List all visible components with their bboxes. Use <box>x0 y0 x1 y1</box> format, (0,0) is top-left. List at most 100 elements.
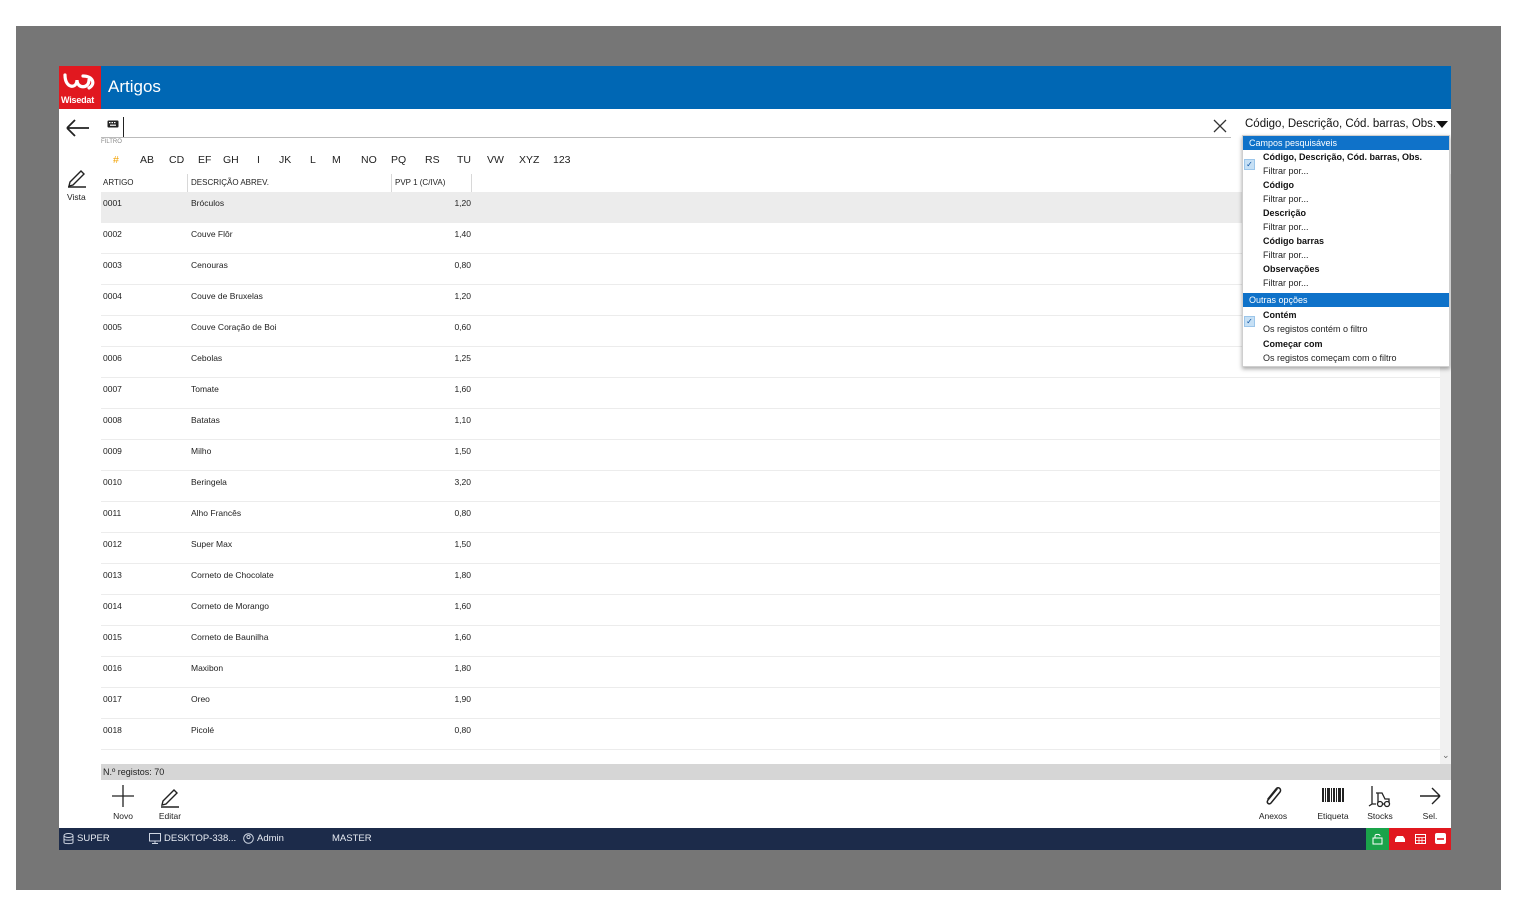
table-row[interactable]: 0016 Maxibon 1,80 <box>101 657 1440 688</box>
cell-artigo: 0009 <box>103 446 122 456</box>
option-comecar-com[interactable]: Começar com Os registos começam com o fi… <box>1263 339 1397 367</box>
view-button[interactable]: Vista <box>63 164 91 204</box>
table-row[interactable]: 0006 Cebolas 1,25 <box>101 347 1440 378</box>
field-option-all[interactable]: Código, Descrição, Cód. barras, Obs. Fil… <box>1263 152 1422 180</box>
table-row[interactable]: 0004 Couve de Bruxelas 1,20 <box>101 285 1440 316</box>
checkbox-checked[interactable]: ✓ <box>1244 159 1255 170</box>
cell-artigo: 0003 <box>103 260 122 270</box>
column-header-pvp[interactable]: PVP 1 (C/IVA) <box>395 178 445 187</box>
letter-filter-tu[interactable]: TU <box>457 154 471 166</box>
letter-filter-hash[interactable]: # <box>113 154 119 166</box>
letter-filter-123[interactable]: 123 <box>553 154 571 166</box>
letter-filter-l[interactable]: L <box>310 154 316 166</box>
footer-status-indicators <box>1366 828 1451 850</box>
table-body: 0001 Bróculos 1,20 0002 Couve Flôr 1,40 0003 Ce… <box>101 192 1440 763</box>
field-option-title: Observações <box>1263 264 1320 274</box>
chevron-down-icon[interactable]: ⌄ <box>1442 750 1450 761</box>
logo-text: Wisedat <box>61 95 95 105</box>
field-option-codigo[interactable]: Código Filtrar por... <box>1263 180 1309 208</box>
keyboard-icon[interactable] <box>107 120 119 128</box>
cell-descricao: Super Max <box>191 539 233 549</box>
field-option-descricao[interactable]: Descrição Filtrar por... <box>1263 208 1309 236</box>
table-row[interactable]: 0007 Tomate 1,60 <box>101 378 1440 409</box>
table-row[interactable]: 0003 Cenouras 0,80 <box>101 254 1440 285</box>
table-row[interactable]: 0002 Couve Flôr 1,40 <box>101 223 1440 254</box>
letter-filter-pq[interactable]: PQ <box>391 154 406 166</box>
attachments-button[interactable]: Anexos <box>1256 782 1290 826</box>
cell-artigo: 0008 <box>103 415 122 425</box>
table-row[interactable]: 0011 Alho Francês 0,80 <box>101 502 1440 533</box>
letter-filter-ef[interactable]: EF <box>198 154 211 166</box>
letter-filter-no[interactable]: NO <box>361 154 377 166</box>
cell-artigo: 0016 <box>103 663 122 673</box>
table-row[interactable]: 0015 Corneto de Baunilha 1,60 <box>101 626 1440 657</box>
letter-filter-jk[interactable]: JK <box>279 154 291 166</box>
option-contem[interactable]: Contém Os registos contém o filtro <box>1263 310 1368 338</box>
field-option-observacoes[interactable]: Observações Filtrar por... <box>1263 264 1320 292</box>
table-row[interactable]: 0013 Corneto de Chocolate 1,80 <box>101 564 1440 595</box>
stocks-button[interactable]: Stocks <box>1364 782 1396 826</box>
option-title: Começar com <box>1263 339 1323 349</box>
checkbox-checked[interactable]: ✓ <box>1244 316 1255 327</box>
letter-filter-xyz[interactable]: XYZ <box>519 154 539 166</box>
letter-filter-i[interactable]: I <box>257 154 260 166</box>
new-button[interactable]: Novo <box>109 782 137 826</box>
search-fields-select[interactable]: Código, Descrição, Cód. barras, Obs. <box>1242 115 1450 135</box>
column-divider[interactable] <box>471 174 472 192</box>
column-header-artigo[interactable]: ARTIGO <box>103 178 134 187</box>
wisedat-logo: Wisedat <box>59 66 101 109</box>
back-button[interactable] <box>64 116 92 140</box>
arrow-left-icon <box>66 119 89 137</box>
cell-descricao: Couve de Bruxelas <box>191 291 263 301</box>
table-row[interactable]: 0005 Couve Coração de Boi 0,60 <box>101 316 1440 347</box>
field-option-subtitle: Filtrar por... <box>1263 250 1309 260</box>
cell-pvp: 0,80 <box>454 260 471 270</box>
attachments-button-label: Anexos <box>1258 811 1288 821</box>
table-row[interactable]: 0009 Milho 1,50 <box>101 440 1440 471</box>
table-row[interactable]: 0010 Beringela 3,20 <box>101 471 1440 502</box>
option-subtitle: Os registos contém o filtro <box>1263 324 1368 334</box>
table-row[interactable]: 0014 Corneto de Morango 1,60 <box>101 595 1440 626</box>
search-input[interactable] <box>123 117 1203 137</box>
letter-filter-vw[interactable]: VW <box>487 154 504 166</box>
cell-descricao: Picolé <box>191 725 215 735</box>
option-subtitle: Os registos começam com o filtro <box>1263 353 1397 363</box>
table-row[interactable]: 0012 Super Max 1,50 <box>101 533 1440 564</box>
letter-filter-ab[interactable]: AB <box>140 154 154 166</box>
cell-descricao: Corneto de Morango <box>191 601 269 611</box>
cell-pvp: 1,60 <box>454 384 471 394</box>
letter-filter-gh[interactable]: GH <box>223 154 239 166</box>
cell-artigo: 0015 <box>103 632 122 642</box>
cell-pvp: 1,60 <box>454 632 471 642</box>
cell-artigo: 0012 <box>103 539 122 549</box>
clear-search-button[interactable] <box>1210 116 1230 136</box>
select-button[interactable]: Sel. <box>1415 782 1445 826</box>
edit-button-label: Editar <box>158 811 182 821</box>
cell-descricao: Couve Coração de Boi <box>191 322 277 332</box>
table-row[interactable]: 0001 Bróculos 1,20 <box>101 192 1440 223</box>
connection-status[interactable] <box>1366 828 1389 850</box>
cell-descricao: Couve Flôr <box>191 229 233 239</box>
field-option-codigo-barras[interactable]: Código barras Filtrar por... <box>1263 236 1324 264</box>
letter-filter-rs[interactable]: RS <box>425 154 440 166</box>
footer-database: SUPER <box>77 833 110 844</box>
field-option-subtitle: Filtrar por... <box>1263 222 1309 232</box>
field-option-title: Descrição <box>1263 208 1307 218</box>
alerts-status[interactable] <box>1389 828 1451 850</box>
letter-filter-cd[interactable]: CD <box>169 154 184 166</box>
cell-artigo: 0017 <box>103 694 122 704</box>
table-row[interactable]: 0017 Oreo 1,90 <box>101 688 1440 719</box>
label-button-label: Etiqueta <box>1317 811 1349 821</box>
cell-pvp: 0,60 <box>454 322 471 332</box>
cell-pvp: 3,20 <box>454 477 471 487</box>
cell-pvp: 1,50 <box>454 446 471 456</box>
edit-button[interactable]: Editar <box>155 782 185 826</box>
table-row[interactable]: 0008 Batatas 1,10 <box>101 409 1440 440</box>
label-button[interactable]: Etiqueta <box>1315 782 1351 826</box>
table-row[interactable]: 0018 Picolé 0,80 <box>101 719 1440 750</box>
letter-filter-m[interactable]: M <box>332 154 341 166</box>
column-header-descricao[interactable]: DESCRIÇÃO ABREV. <box>191 178 269 187</box>
cell-artigo: 0007 <box>103 384 122 394</box>
column-divider[interactable] <box>391 174 392 192</box>
column-divider[interactable] <box>187 174 188 192</box>
